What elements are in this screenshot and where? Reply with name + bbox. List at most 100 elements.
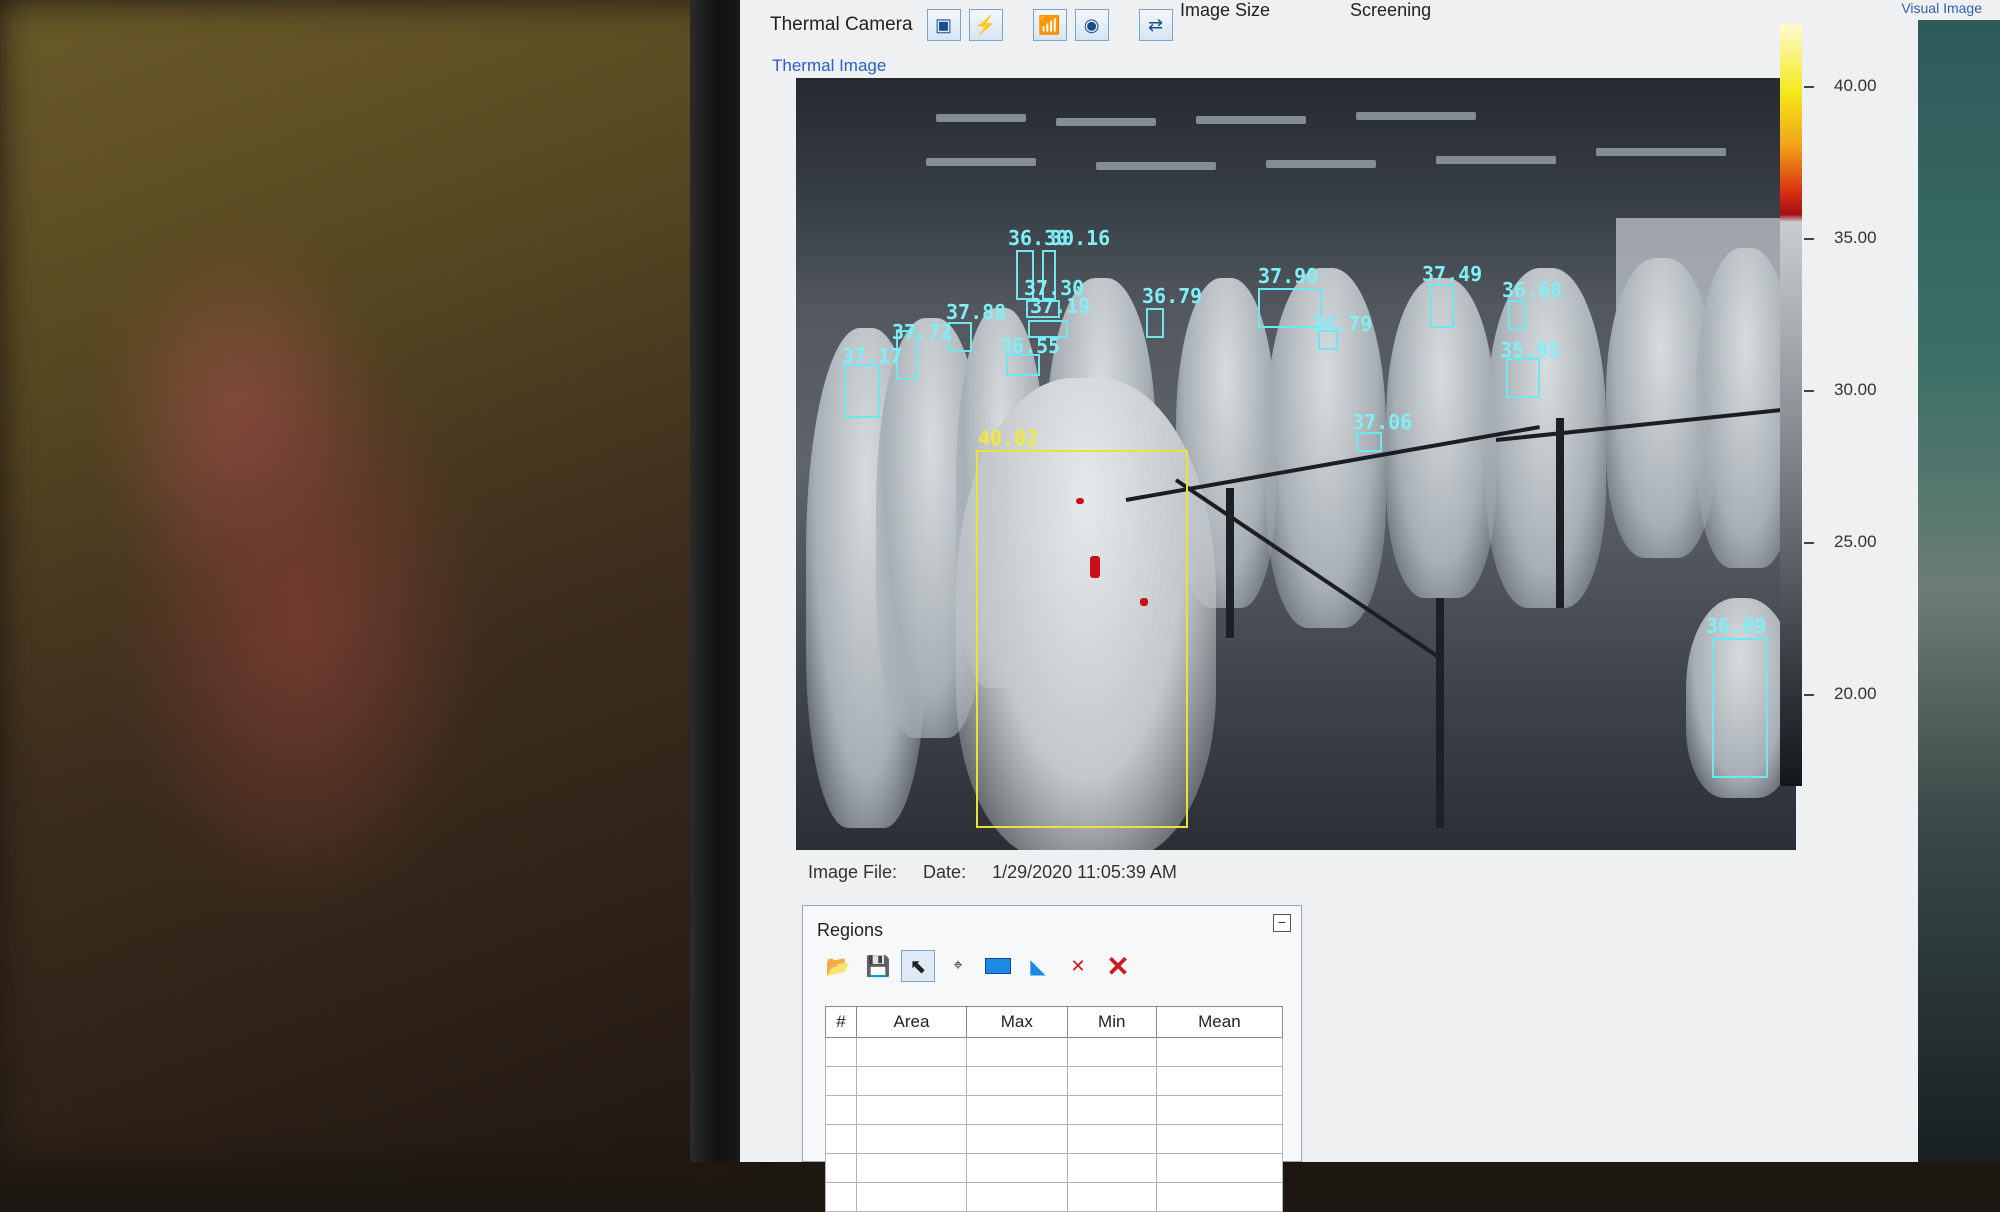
ceiling-light bbox=[1596, 148, 1726, 156]
table-cell[interactable] bbox=[825, 1095, 857, 1125]
ceiling-light bbox=[1056, 118, 1156, 126]
scale-label: 30.00 bbox=[1834, 380, 1877, 399]
table-cell[interactable] bbox=[825, 1153, 857, 1183]
temperature-label: 37.72 bbox=[892, 320, 953, 344]
table-cell[interactable] bbox=[1066, 1124, 1157, 1154]
spot-tool-icon[interactable]: ⌖ bbox=[941, 950, 975, 982]
table-cell[interactable] bbox=[1066, 1153, 1157, 1183]
export-icon[interactable]: ⇄ bbox=[1138, 9, 1173, 41]
temperature-label: 36.55 bbox=[1000, 334, 1061, 358]
detection-box[interactable] bbox=[1508, 300, 1526, 330]
column-header[interactable]: Mean bbox=[1155, 1006, 1284, 1038]
scale-label: 35.00 bbox=[1834, 228, 1877, 247]
temperature-label: 36.79 bbox=[1142, 284, 1203, 308]
table-cell[interactable] bbox=[1155, 1153, 1284, 1183]
scale-label: 25.00 bbox=[1834, 532, 1877, 551]
table-cell[interactable] bbox=[856, 1037, 967, 1067]
ceiling-light bbox=[1436, 156, 1556, 164]
table-cell[interactable] bbox=[965, 1095, 1068, 1125]
table-row[interactable] bbox=[825, 1095, 1284, 1125]
temperature-label: 30.16 bbox=[1050, 226, 1111, 250]
table-row[interactable] bbox=[825, 1124, 1284, 1154]
temperature-label: 37.88 bbox=[946, 300, 1007, 324]
table-row[interactable] bbox=[825, 1153, 1284, 1183]
table-cell[interactable] bbox=[856, 1095, 967, 1125]
detection-box[interactable] bbox=[1430, 284, 1454, 328]
table-cell[interactable] bbox=[965, 1182, 1068, 1212]
screening-label[interactable]: Screening bbox=[1350, 0, 1431, 20]
open-folder-icon[interactable]: 📂 bbox=[821, 950, 855, 982]
table-cell[interactable] bbox=[965, 1124, 1068, 1154]
table-cell[interactable] bbox=[856, 1153, 967, 1183]
table-cell[interactable] bbox=[1155, 1095, 1284, 1125]
column-header[interactable]: Max bbox=[965, 1006, 1068, 1038]
detection-box[interactable] bbox=[1356, 432, 1382, 452]
table-cell[interactable] bbox=[1066, 1095, 1157, 1125]
table-cell[interactable] bbox=[1155, 1182, 1284, 1212]
visual-image-link[interactable]: Visual Image bbox=[1901, 0, 1982, 16]
save-disk-icon[interactable]: 💾 bbox=[861, 950, 895, 982]
table-row[interactable] bbox=[825, 1182, 1284, 1212]
temperature-label: 37.90 bbox=[1258, 264, 1319, 288]
table-cell[interactable] bbox=[965, 1037, 1068, 1067]
table-cell[interactable] bbox=[1066, 1037, 1157, 1067]
queue-post bbox=[1436, 598, 1444, 828]
scale-label: 40.00 bbox=[1834, 76, 1877, 95]
table-cell[interactable] bbox=[1155, 1066, 1284, 1096]
rectangle-tool-icon[interactable] bbox=[981, 950, 1015, 982]
column-header[interactable]: Min bbox=[1066, 1006, 1157, 1038]
temperature-label: 37.49 bbox=[1422, 262, 1483, 286]
pointer-select-icon[interactable]: ⬉ bbox=[901, 950, 935, 982]
table-cell[interactable] bbox=[825, 1066, 857, 1096]
camera-view-icon[interactable]: ▣ bbox=[926, 9, 961, 41]
lightning-icon[interactable]: ⚡ bbox=[968, 9, 1003, 41]
camera-lens-icon[interactable]: ◉ bbox=[1074, 9, 1109, 41]
table-row[interactable] bbox=[825, 1037, 1284, 1067]
thermal-image-label: Thermal Image bbox=[772, 56, 887, 75]
temperature-label: 36.09 bbox=[1706, 614, 1767, 638]
delete-region-icon[interactable]: ✕ bbox=[1061, 950, 1095, 982]
table-cell[interactable] bbox=[825, 1182, 857, 1212]
delete-all-icon[interactable]: ✕ bbox=[1101, 950, 1135, 982]
scale-ticks bbox=[1804, 24, 1834, 786]
fever-alert-box[interactable] bbox=[976, 450, 1188, 828]
table-cell[interactable] bbox=[856, 1066, 967, 1096]
table-row[interactable] bbox=[825, 1066, 1284, 1096]
image-size-label[interactable]: Image Size bbox=[1180, 0, 1270, 20]
column-header[interactable]: # bbox=[825, 1006, 857, 1038]
table-cell[interactable] bbox=[1155, 1124, 1284, 1154]
antenna-icon[interactable]: 📶 bbox=[1032, 9, 1067, 41]
table-cell[interactable] bbox=[825, 1124, 857, 1154]
regions-table-body bbox=[825, 1037, 1284, 1212]
table-cell[interactable] bbox=[1066, 1066, 1157, 1096]
hotspot-marker bbox=[1140, 598, 1148, 606]
fever-temperature-label: 40.02 bbox=[978, 426, 1039, 450]
table-cell[interactable] bbox=[856, 1124, 967, 1154]
table-cell[interactable] bbox=[856, 1182, 967, 1212]
detection-box[interactable] bbox=[1712, 638, 1768, 778]
queue-post bbox=[1226, 488, 1234, 638]
scale-label: 20.00 bbox=[1834, 684, 1877, 703]
table-cell[interactable] bbox=[1066, 1182, 1157, 1212]
date-label: Date: bbox=[923, 862, 967, 882]
regions-title: Regions bbox=[817, 920, 884, 940]
temperature-label: 35.95 bbox=[1500, 338, 1561, 362]
temperature-label: 37.06 bbox=[1352, 410, 1413, 434]
camera-label: Thermal Camera bbox=[770, 14, 913, 35]
polygon-tool-icon[interactable]: ◣ bbox=[1021, 950, 1055, 982]
hotspot-marker bbox=[1090, 556, 1100, 578]
table-cell[interactable] bbox=[965, 1153, 1068, 1183]
collapse-button[interactable]: − bbox=[1273, 914, 1291, 932]
column-header[interactable]: Area bbox=[856, 1006, 967, 1038]
ceiling-light bbox=[1266, 160, 1376, 168]
table-cell[interactable] bbox=[1155, 1037, 1284, 1067]
thermal-image-view[interactable]: 36.30 30.16 37.30 37.19 37.88 37.72 37.1… bbox=[796, 78, 1796, 850]
temperature-color-scale bbox=[1780, 24, 1802, 786]
detection-box[interactable] bbox=[1506, 358, 1540, 398]
detection-box[interactable] bbox=[844, 364, 880, 418]
table-cell[interactable] bbox=[965, 1066, 1068, 1096]
detection-box[interactable] bbox=[1146, 308, 1164, 338]
queue-post bbox=[1556, 418, 1564, 608]
visual-image-view[interactable] bbox=[1918, 20, 2000, 1162]
table-cell[interactable] bbox=[825, 1037, 857, 1067]
